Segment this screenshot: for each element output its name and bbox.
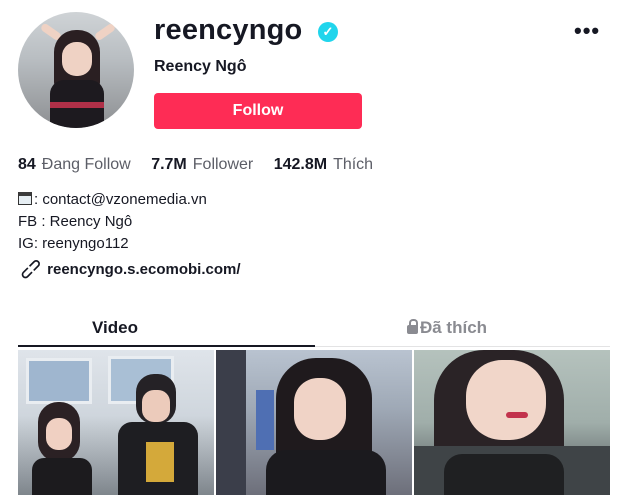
bio-facebook-line: FB : Reency Ngô — [18, 213, 133, 230]
followers-label: Follower — [192, 156, 254, 173]
username: reencyngo — [154, 14, 303, 46]
bio-email-line: : contact@vzonemedia.vn — [18, 189, 207, 211]
bio: : contact@vzonemedia.vn FB : Reency Ngô … — [18, 189, 207, 255]
link-icon: ⊂⊃ — [16, 254, 46, 285]
likes-label: Thích — [333, 156, 374, 173]
tab-active-indicator — [18, 345, 315, 347]
following-count: 84 — [18, 156, 36, 173]
tab-video[interactable]: Video — [18, 318, 212, 346]
verified-badge-icon: ✓ — [318, 22, 338, 42]
lock-icon — [406, 319, 418, 334]
followers-stat[interactable]: 7.7M Follower — [151, 156, 253, 174]
bio-link[interactable]: ⊂⊃reencyngo.s.ecomobi.com/ — [16, 254, 241, 284]
tab-liked[interactable]: Đã thích — [350, 318, 544, 346]
video-thumbnail[interactable] — [414, 350, 610, 495]
following-stat[interactable]: 84 Đang Follow — [18, 156, 131, 174]
more-options-icon[interactable]: ••• — [574, 18, 600, 44]
following-label: Đang Follow — [41, 156, 131, 173]
bio-instagram-line: IG: reenyngo112 — [18, 235, 129, 252]
profile-avatar — [18, 12, 134, 128]
profile-stats: 84 Đang Follow 7.7M Follower 142.8M Thích — [18, 156, 389, 174]
nickname: Reency Ngô — [154, 58, 247, 75]
likes-stat: 142.8M Thích — [274, 156, 373, 174]
bio-link-text[interactable]: reencyngo.s.ecomobi.com/ — [47, 261, 240, 278]
video-thumbnail[interactable] — [216, 350, 412, 495]
followers-count: 7.7M — [151, 156, 187, 173]
video-thumbnail[interactable] — [18, 350, 214, 495]
follow-button[interactable]: Follow — [154, 93, 362, 129]
likes-count: 142.8M — [273, 156, 328, 173]
bio-email: : contact@vzonemedia.vn — [34, 191, 207, 208]
tab-liked-label: Đã thích — [419, 318, 488, 337]
mailbox-icon — [18, 192, 32, 205]
